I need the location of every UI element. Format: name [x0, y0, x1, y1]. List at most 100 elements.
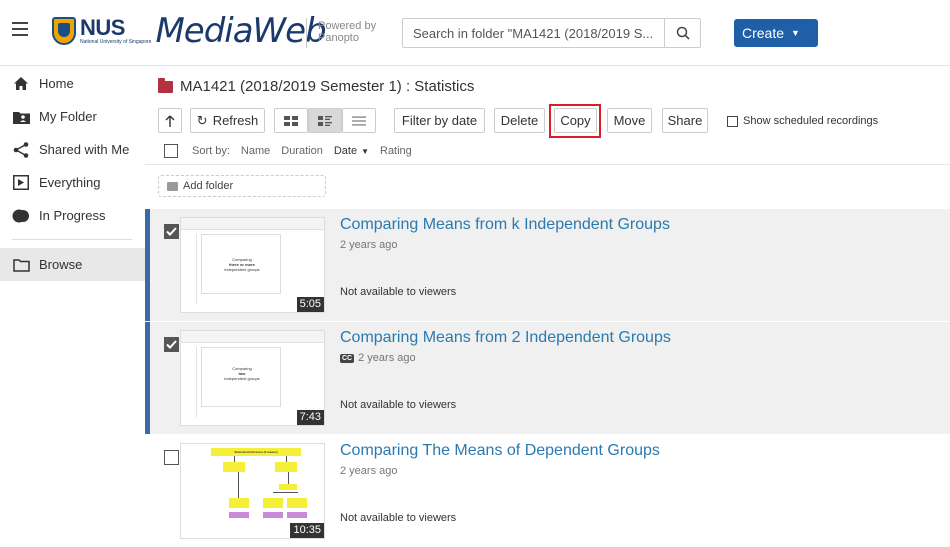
- session-thumbnail[interactable]: Comparing two independent groups 7:43: [180, 330, 325, 426]
- app-name: MediaWeb: [155, 11, 326, 51]
- session-title-link[interactable]: Comparing Means from k Independent Group…: [340, 216, 670, 234]
- session-meta: CC 2 years ago: [340, 352, 416, 364]
- session-title-link[interactable]: Comparing The Means of Dependent Groups: [340, 442, 660, 460]
- search-button[interactable]: [664, 19, 700, 47]
- session-checkbox[interactable]: [164, 450, 179, 465]
- list-view-icon: [352, 116, 366, 125]
- logo-subtext: National University of Singapore: [80, 39, 152, 45]
- sidebar-item-everything[interactable]: Everything: [0, 166, 145, 199]
- add-folder-label: Add folder: [183, 180, 234, 192]
- filter-by-date-button[interactable]: Filter by date: [394, 108, 485, 133]
- share-button[interactable]: Share: [662, 108, 708, 133]
- share-icon: [12, 141, 30, 158]
- show-scheduled-checkbox[interactable]: [727, 115, 738, 127]
- thumb-panel: [185, 234, 197, 304]
- sort-date[interactable]: Date ▼: [334, 145, 369, 157]
- search-box: [402, 18, 701, 48]
- thumb-ribbon: [181, 218, 324, 230]
- sidebar-item-in-progress[interactable]: In Progress: [0, 199, 145, 232]
- sort-duration[interactable]: Duration: [281, 145, 323, 157]
- share-label: Share: [667, 113, 703, 128]
- session-thumbnail[interactable]: Comparing three or more independent grou…: [180, 217, 325, 313]
- checkmark-icon: [166, 340, 177, 349]
- thumb-slide: Comparing three or more independent grou…: [201, 234, 281, 294]
- sidebar-divider: [12, 239, 132, 240]
- arrow-up-icon: [165, 115, 175, 127]
- diagram-box-d: [229, 512, 249, 518]
- diagram-title: Statistical Inference (2 means): [234, 450, 278, 454]
- select-all-checkbox[interactable]: [164, 144, 178, 158]
- diagram-box-mid: [279, 484, 297, 490]
- sort-by-label: Sort by:: [192, 145, 230, 157]
- session-meta: 2 years ago: [340, 239, 397, 251]
- up-folder-button[interactable]: [158, 108, 182, 133]
- session-thumbnail[interactable]: Statistical Inference (2 means) 10:35: [180, 443, 325, 539]
- view-detail-button[interactable]: [308, 108, 342, 133]
- create-label: Create: [742, 25, 785, 41]
- create-button[interactable]: Create ▼: [734, 19, 818, 47]
- diagram-box-a: [229, 498, 249, 508]
- view-list-button[interactable]: [342, 108, 376, 133]
- add-folder-icon: [167, 181, 178, 191]
- diagram-box-f: [287, 512, 307, 518]
- diagram-box-right: [275, 462, 297, 472]
- add-folder-button[interactable]: Add folder: [158, 175, 326, 197]
- diagram-line: [234, 456, 235, 462]
- slide-text: Comparing two independent groups: [202, 366, 282, 381]
- caret-down-icon: ▼: [791, 28, 800, 38]
- refresh-icon: ↻: [196, 112, 208, 128]
- delete-button[interactable]: Delete: [494, 108, 545, 133]
- sidebar-item-label: In Progress: [39, 208, 106, 223]
- powered-by-line2: Panopto: [318, 32, 359, 44]
- sidebar-item-browse[interactable]: Browse: [0, 248, 145, 281]
- sidebar-item-label: Browse: [39, 257, 83, 272]
- sidebar: Home My Folder Shared with Me Everything…: [0, 67, 145, 531]
- show-scheduled-toggle[interactable]: Show scheduled recordings: [727, 115, 878, 127]
- sidebar-item-my-folder[interactable]: My Folder: [0, 100, 145, 133]
- diagram-box-left: [223, 462, 245, 472]
- powered-by-line1: Powered by: [318, 20, 377, 32]
- diagram-line: [273, 492, 298, 493]
- session-row[interactable]: Statistical Inference (2 means) 10:35 Co…: [145, 435, 950, 547]
- delete-label: Delete: [500, 113, 539, 128]
- folder-title-text: MA1421 (2018/2019 Semester 1) : Statisti…: [180, 78, 475, 95]
- nus-crest-icon: [52, 17, 76, 45]
- nus-mediaweb-logo[interactable]: NUS National University of Singapore Med…: [52, 11, 327, 51]
- session-meta: 2 years ago: [340, 465, 397, 477]
- folder-outline-icon: [12, 257, 30, 273]
- view-thumbnail-button[interactable]: [274, 108, 308, 133]
- session-row[interactable]: Comparing three or more independent grou…: [145, 209, 950, 321]
- page-title: MA1421 (2018/2019 Semester 1) : Statisti…: [158, 77, 475, 95]
- grid-view-icon: [284, 115, 298, 126]
- main-content: MA1421 (2018/2019 Semester 1) : Statisti…: [145, 67, 950, 539]
- sidebar-item-label: My Folder: [39, 109, 97, 124]
- search-input[interactable]: [403, 19, 665, 47]
- duration-badge: 5:05: [296, 297, 324, 312]
- session-checkbox[interactable]: [164, 337, 179, 352]
- sidebar-item-label: Shared with Me: [39, 142, 130, 157]
- sort-desc-icon: ▼: [361, 147, 369, 156]
- refresh-button[interactable]: ↻ Refresh: [190, 108, 265, 133]
- sidebar-item-home[interactable]: Home: [0, 67, 145, 100]
- powered-by: Powered by Panopto: [318, 20, 376, 44]
- folder-icon: [158, 77, 173, 93]
- refresh-label: Refresh: [212, 113, 259, 128]
- sidebar-item-shared[interactable]: Shared with Me: [0, 133, 145, 166]
- sort-name[interactable]: Name: [241, 145, 270, 157]
- diagram-box-c: [287, 498, 307, 508]
- diagram-box-b: [263, 498, 283, 508]
- diagram-line: [238, 472, 239, 498]
- sort-rating[interactable]: Rating: [380, 145, 412, 157]
- diagram-line: [288, 472, 289, 484]
- move-label: Move: [613, 113, 646, 128]
- user-folder-icon: [12, 109, 30, 125]
- availability-status: Not available to viewers: [340, 399, 457, 411]
- move-button[interactable]: Move: [607, 108, 652, 133]
- session-title-link[interactable]: Comparing Means from 2 Independent Group…: [340, 329, 671, 347]
- session-checkbox[interactable]: [164, 224, 179, 239]
- session-date: 2 years ago: [340, 239, 398, 251]
- hamburger-menu-icon[interactable]: [12, 22, 28, 36]
- diagram-line: [286, 456, 287, 462]
- home-icon: [12, 76, 30, 92]
- session-row[interactable]: Comparing two independent groups 7:43 Co…: [145, 322, 950, 434]
